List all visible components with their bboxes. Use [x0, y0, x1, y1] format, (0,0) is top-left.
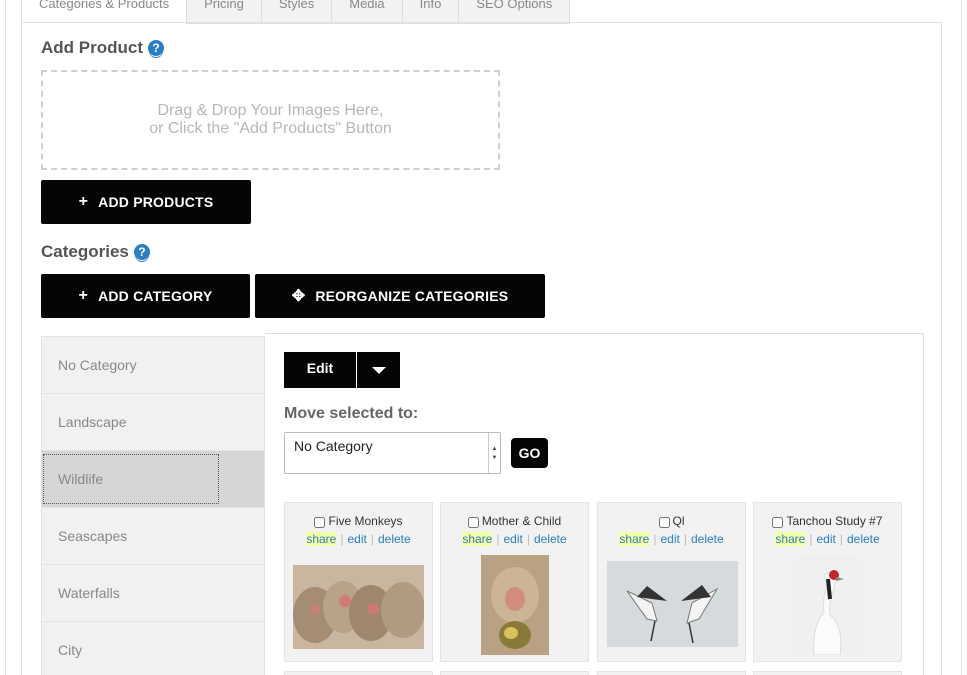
plus-icon: + — [78, 287, 89, 304]
reorganize-categories-button[interactable]: ✥ REORGANIZE CATEGORIES — [255, 274, 545, 318]
product-checkbox[interactable] — [772, 517, 784, 528]
share-link[interactable]: share — [619, 532, 650, 546]
tab-seo-options[interactable]: SEO Options — [459, 0, 571, 24]
categories-heading: Categories ? — [41, 242, 150, 262]
edit-dropdown: Edit — [284, 352, 400, 388]
dropzone-line-2: or Click the "Add Products" Button — [149, 120, 392, 137]
edit-link[interactable]: edit — [503, 532, 522, 546]
edit-button[interactable]: Edit — [284, 352, 356, 388]
go-button[interactable]: GO — [511, 438, 548, 468]
product-thumbnail[interactable] — [481, 555, 549, 655]
product-name: Five Monkeys — [328, 514, 403, 528]
share-link[interactable]: share — [306, 532, 337, 546]
category-list: No Category Landscape Wildlife Seascapes… — [41, 336, 265, 675]
product-checkbox[interactable] — [314, 517, 326, 528]
add-product-heading: Add Product ? — [41, 38, 164, 58]
help-icon[interactable]: ? — [148, 40, 164, 56]
edit-link[interactable]: edit — [347, 532, 366, 546]
edit-link[interactable]: edit — [660, 532, 679, 546]
add-category-button[interactable]: + ADD CATEGORY — [41, 274, 250, 318]
product-card-partial — [753, 671, 902, 675]
share-link[interactable]: share — [462, 532, 493, 546]
category-item-landscape[interactable]: Landscape — [42, 394, 264, 451]
delete-link[interactable]: delete — [534, 532, 567, 546]
divider: | — [839, 532, 843, 546]
product-checkbox[interactable] — [658, 517, 670, 528]
product-thumbnail[interactable] — [293, 565, 424, 649]
divider: | — [340, 532, 344, 546]
plus-icon: + — [78, 193, 89, 210]
delete-link[interactable]: delete — [691, 532, 724, 546]
tab-bar: Categories & Products Pricing Styles Med… — [21, 0, 571, 24]
product-card-partial — [440, 671, 589, 675]
tab-styles[interactable]: Styles — [261, 0, 333, 24]
category-item-no-category[interactable]: No Category — [42, 337, 264, 394]
tab-categories-products[interactable]: Categories & Products — [21, 0, 188, 24]
product-card-partial — [284, 671, 433, 675]
add-category-label: ADD CATEGORY — [98, 288, 213, 304]
move-category-select[interactable]: No Category ▲ ▼ — [284, 432, 501, 474]
tab-info[interactable]: Info — [402, 0, 460, 24]
product-card: Mother & Child share | edit | delete — [440, 502, 589, 662]
edit-caret-button[interactable] — [356, 352, 400, 388]
category-item-seascapes[interactable]: Seascapes — [42, 508, 264, 565]
edit-link[interactable]: edit — [816, 532, 835, 546]
divider: | — [526, 532, 530, 546]
divider: | — [496, 532, 500, 546]
share-link[interactable]: share — [775, 532, 806, 546]
reorganize-categories-label: REORGANIZE CATEGORIES — [315, 288, 509, 304]
tab-pricing[interactable]: Pricing — [187, 0, 262, 24]
move-selected-label: Move selected to: — [284, 405, 419, 422]
add-products-button[interactable]: + ADD PRODUCTS — [41, 180, 251, 224]
move-icon: ✥ — [291, 288, 306, 305]
add-products-label: ADD PRODUCTS — [98, 194, 214, 210]
product-card: Ql share | edit | delete — [597, 502, 746, 662]
divider: | — [370, 532, 374, 546]
product-thumbnail[interactable] — [794, 555, 862, 655]
chevron-down-icon — [371, 366, 386, 374]
product-card: Five Monkeys share | edit | delete — [284, 502, 433, 662]
product-name: Tanchou Study #7 — [786, 514, 883, 528]
product-checkbox[interactable] — [467, 517, 479, 528]
product-name: Mother & Child — [481, 514, 562, 528]
divider: | — [653, 532, 657, 546]
product-card: Tanchou Study #7 share | edit | delete — [753, 502, 902, 662]
delete-link[interactable]: delete — [378, 532, 411, 546]
select-arrows-icon: ▲ ▼ — [488, 433, 500, 473]
divider: | — [809, 532, 813, 546]
divider: | — [683, 532, 687, 546]
dropzone-line-1: Drag & Drop Your Images Here, — [157, 102, 384, 119]
product-thumbnail[interactable] — [607, 561, 738, 647]
image-dropzone[interactable]: Drag & Drop Your Images Here, or Click t… — [41, 70, 500, 170]
category-item-waterfalls[interactable]: Waterfalls — [42, 565, 264, 622]
category-item-city[interactable]: City — [42, 622, 264, 675]
product-name: Ql — [672, 514, 685, 528]
help-icon[interactable]: ? — [133, 244, 150, 260]
delete-link[interactable]: delete — [847, 532, 880, 546]
product-card-partial — [597, 671, 746, 675]
categories-title: Categories — [41, 242, 129, 261]
tab-media[interactable]: Media — [332, 0, 403, 24]
add-product-title: Add Product — [41, 38, 143, 57]
category-item-wildlife[interactable]: Wildlife — [42, 451, 264, 508]
move-category-value: No Category — [294, 438, 373, 454]
